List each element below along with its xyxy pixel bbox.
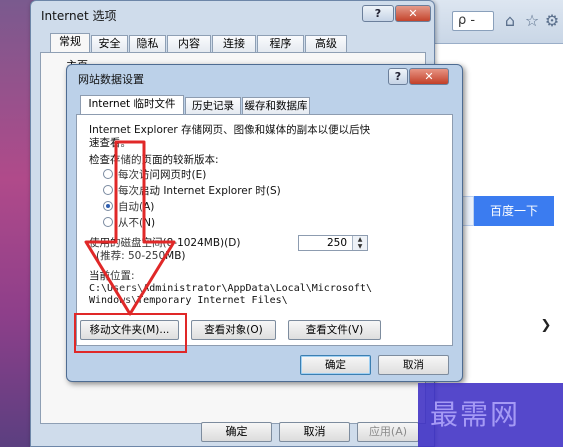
home-icon[interactable]: ⌂ [500,11,520,31]
watermark-text: 最需网 [430,398,521,431]
baidu-search-button[interactable]: 百度一下 [474,196,554,226]
tab-programs[interactable]: 程序 [257,35,304,53]
tab-security[interactable]: 安全 [91,35,128,53]
annotation-highlight-box [74,313,187,353]
help-button[interactable]: ? [362,5,394,22]
annotation-arrow [84,140,176,316]
disk-space-spinner[interactable]: ▲ ▼ [352,236,367,250]
dialog-title: 网站数据设置 [78,73,144,86]
dialog-help-button[interactable]: ? [388,68,408,85]
tab-connections[interactable]: 连接 [212,35,256,53]
settings-icon[interactable]: ⚙ [542,11,562,31]
io-ok-button[interactable]: 确定 [201,422,272,442]
dialog-cancel-button[interactable]: 取消 [378,355,449,375]
tab-history[interactable]: 历史记录 [185,97,241,115]
close-button[interactable]: ✕ [395,5,431,22]
dialog-close-button[interactable]: ✕ [409,68,449,85]
io-cancel-button[interactable]: 取消 [279,422,350,442]
tab-privacy[interactable]: 隐私 [129,35,166,53]
dialog-ok-button[interactable]: 确定 [300,355,371,375]
io-apply-button[interactable]: 应用(A) [357,422,419,442]
browser-search-box[interactable]: ρ - [452,11,494,31]
tab-advanced[interactable]: 高级 [305,35,347,53]
favorites-icon[interactable]: ☆ [522,11,542,31]
view-files-button[interactable]: 查看文件(V) [288,320,381,340]
tab-temporary-internet-files[interactable]: Internet 临时文件 [80,95,184,115]
tab-caches-and-databases[interactable]: 缓存和数据库 [242,97,310,115]
view-objects-button[interactable]: 查看对象(O) [191,320,276,340]
internet-options-title: Internet 选项 [41,9,117,23]
chevron-right-icon[interactable]: ❯ [538,318,554,334]
tab-content[interactable]: 内容 [167,35,211,53]
description-line-1: Internet Explorer 存储网页、图像和媒体的副本以便以后快 [89,124,371,136]
tab-general[interactable]: 常规 [50,33,90,53]
